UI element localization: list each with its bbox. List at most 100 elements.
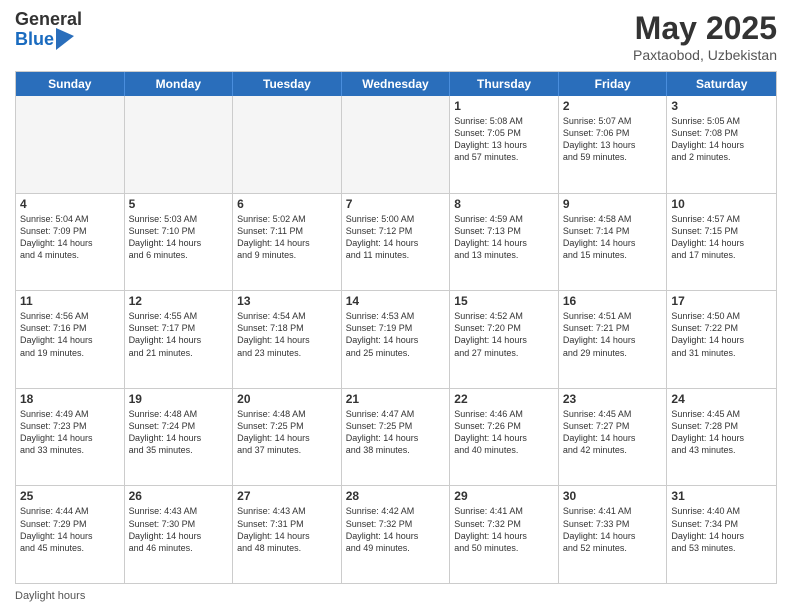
calendar-cell: 28 Sunrise: 4:42 AM Sunset: 7:32 PM Dayli… [342,486,451,583]
day-info: Sunrise: 5:05 AM Sunset: 7:08 PM Dayligh… [671,115,772,164]
day-number: 1 [454,99,554,113]
day-header-tuesday: Tuesday [233,72,342,96]
day-number: 27 [237,489,337,503]
calendar-cell: 6Sunrise: 5:02 AM Sunset: 7:11 PM Daylig… [233,194,342,291]
calendar-cell: 29Sunrise: 4:41 AM Sunset: 7:32 PM Dayli… [450,486,559,583]
calendar-cell: 17Sunrise: 4:50 AM Sunset: 7:22 PM Dayli… [667,291,776,388]
page: General Blue May 2025 Paxtaobod, Uzbekis… [0,0,792,612]
day-number: 8 [454,197,554,211]
month-title: May 2025 [633,10,777,47]
logo-icon [56,28,74,50]
calendar-cell: 14 Sunrise: 4:53 AM Sunset: 7:19 PM Dayli… [342,291,451,388]
day-info: Sunrise: 5:04 AM Sunset: 7:09 PM Dayligh… [20,213,120,262]
logo-text: General Blue [15,10,82,50]
calendar-row: 4 Sunrise: 5:04 AM Sunset: 7:09 PM Daylig… [16,193,776,291]
footer: Daylight hours [15,590,777,602]
day-number: 30 [563,489,663,503]
day-info: Sunrise: 4:52 AM Sunset: 7:20 PM Dayligh… [454,310,554,359]
calendar-cell: 8Sunrise: 4:59 AM Sunset: 7:13 PM Daylig… [450,194,559,291]
day-number: 26 [129,489,229,503]
logo-general: General [15,10,82,28]
day-info: Sunrise: 4:42 AM Sunset: 7:32 PM Dayligh… [346,505,446,554]
day-number: 28 [346,489,446,503]
day-number: 10 [671,197,772,211]
day-info: Sunrise: 4:57 AM Sunset: 7:15 PM Dayligh… [671,213,772,262]
day-info: Sunrise: 5:00 AM Sunset: 7:12 PM Dayligh… [346,213,446,262]
day-info: Sunrise: 4:54 AM Sunset: 7:18 PM Dayligh… [237,310,337,359]
calendar-cell: 20 Sunrise: 4:48 AM Sunset: 7:25 PM Dayli… [233,389,342,486]
day-number: 7 [346,197,446,211]
day-info: Sunrise: 4:40 AM Sunset: 7:34 PM Dayligh… [671,505,772,554]
day-info: Sunrise: 4:58 AM Sunset: 7:14 PM Dayligh… [563,213,663,262]
day-number: 2 [563,99,663,113]
calendar-cell [233,96,342,193]
day-number: 3 [671,99,772,113]
day-number: 16 [563,294,663,308]
day-info: Sunrise: 4:43 AM Sunset: 7:30 PM Dayligh… [129,505,229,554]
day-info: Sunrise: 4:48 AM Sunset: 7:25 PM Dayligh… [237,408,337,457]
calendar-cell: 13 Sunrise: 4:54 AM Sunset: 7:18 PM Dayli… [233,291,342,388]
day-info: Sunrise: 4:41 AM Sunset: 7:33 PM Dayligh… [563,505,663,554]
day-header-saturday: Saturday [667,72,776,96]
logo-blue: Blue [15,30,54,48]
location: Paxtaobod, Uzbekistan [633,47,777,63]
day-header-monday: Monday [125,72,234,96]
calendar-cell: 24 Sunrise: 4:45 AM Sunset: 7:28 PM Dayli… [667,389,776,486]
calendar-cell: 7 Sunrise: 5:00 AM Sunset: 7:12 PM Daylig… [342,194,451,291]
day-number: 14 [346,294,446,308]
title-area: May 2025 Paxtaobod, Uzbekistan [633,10,777,63]
day-number: 4 [20,197,120,211]
calendar-cell: 4 Sunrise: 5:04 AM Sunset: 7:09 PM Daylig… [16,194,125,291]
calendar-cell: 15Sunrise: 4:52 AM Sunset: 7:20 PM Dayli… [450,291,559,388]
day-number: 9 [563,197,663,211]
calendar-row: 25 Sunrise: 4:44 AM Sunset: 7:29 PM Dayli… [16,485,776,583]
day-number: 23 [563,392,663,406]
day-info: Sunrise: 4:56 AM Sunset: 7:16 PM Dayligh… [20,310,120,359]
day-info: Sunrise: 4:45 AM Sunset: 7:28 PM Dayligh… [671,408,772,457]
calendar-cell: 12 Sunrise: 4:55 AM Sunset: 7:17 PM Dayli… [125,291,234,388]
day-info: Sunrise: 4:44 AM Sunset: 7:29 PM Dayligh… [20,505,120,554]
calendar-cell: 10 Sunrise: 4:57 AM Sunset: 7:15 PM Dayli… [667,194,776,291]
calendar-cell: 16Sunrise: 4:51 AM Sunset: 7:21 PM Dayli… [559,291,668,388]
calendar-cell: 3 Sunrise: 5:05 AM Sunset: 7:08 PM Daylig… [667,96,776,193]
calendar-row: 18Sunrise: 4:49 AM Sunset: 7:23 PM Dayli… [16,388,776,486]
day-info: Sunrise: 4:46 AM Sunset: 7:26 PM Dayligh… [454,408,554,457]
calendar-cell: 2 Sunrise: 5:07 AM Sunset: 7:06 PM Daylig… [559,96,668,193]
day-header-sunday: Sunday [16,72,125,96]
day-number: 24 [671,392,772,406]
calendar-row: 11Sunrise: 4:56 AM Sunset: 7:16 PM Dayli… [16,290,776,388]
day-info: Sunrise: 4:48 AM Sunset: 7:24 PM Dayligh… [129,408,229,457]
day-number: 22 [454,392,554,406]
day-info: Sunrise: 4:41 AM Sunset: 7:32 PM Dayligh… [454,505,554,554]
calendar-header: SundayMondayTuesdayWednesdayThursdayFrid… [16,72,776,96]
daylight-hours-label: Daylight hours [15,590,85,602]
day-header-wednesday: Wednesday [342,72,451,96]
calendar-body: 1 Sunrise: 5:08 AM Sunset: 7:05 PM Daylig… [16,96,776,583]
day-info: Sunrise: 4:53 AM Sunset: 7:19 PM Dayligh… [346,310,446,359]
day-number: 20 [237,392,337,406]
day-info: Sunrise: 4:43 AM Sunset: 7:31 PM Dayligh… [237,505,337,554]
calendar-cell: 18Sunrise: 4:49 AM Sunset: 7:23 PM Dayli… [16,389,125,486]
calendar-cell: 23 Sunrise: 4:45 AM Sunset: 7:27 PM Dayli… [559,389,668,486]
day-info: Sunrise: 5:02 AM Sunset: 7:11 PM Dayligh… [237,213,337,262]
calendar-cell: 25 Sunrise: 4:44 AM Sunset: 7:29 PM Dayli… [16,486,125,583]
logo: General Blue [15,10,82,50]
calendar-cell [342,96,451,193]
day-info: Sunrise: 4:45 AM Sunset: 7:27 PM Dayligh… [563,408,663,457]
calendar-cell: 1 Sunrise: 5:08 AM Sunset: 7:05 PM Daylig… [450,96,559,193]
day-number: 12 [129,294,229,308]
day-info: Sunrise: 4:47 AM Sunset: 7:25 PM Dayligh… [346,408,446,457]
calendar-cell: 9 Sunrise: 4:58 AM Sunset: 7:14 PM Daylig… [559,194,668,291]
day-number: 13 [237,294,337,308]
day-header-friday: Friday [559,72,668,96]
day-number: 19 [129,392,229,406]
calendar-row: 1 Sunrise: 5:08 AM Sunset: 7:05 PM Daylig… [16,96,776,193]
day-number: 5 [129,197,229,211]
day-info: Sunrise: 4:55 AM Sunset: 7:17 PM Dayligh… [129,310,229,359]
day-info: Sunrise: 5:08 AM Sunset: 7:05 PM Dayligh… [454,115,554,164]
header: General Blue May 2025 Paxtaobod, Uzbekis… [15,10,777,63]
day-info: Sunrise: 5:07 AM Sunset: 7:06 PM Dayligh… [563,115,663,164]
day-number: 21 [346,392,446,406]
calendar-cell: 19 Sunrise: 4:48 AM Sunset: 7:24 PM Dayli… [125,389,234,486]
day-number: 25 [20,489,120,503]
